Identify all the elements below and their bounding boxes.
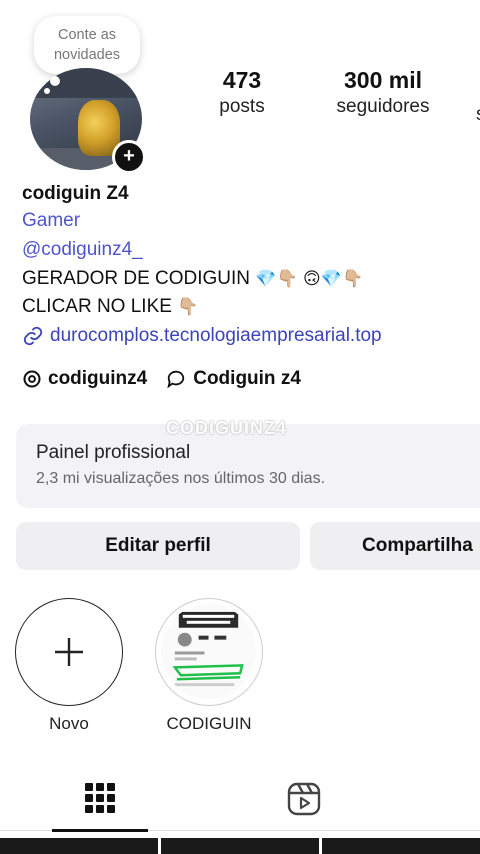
- bio-line-1: GERADOR DE CODIGUIN 💎👇🏼 🙃💎👇🏼: [22, 265, 363, 293]
- stat-followers[interactable]: 300 mil seguidores: [326, 66, 440, 120]
- bio-link-text: durocomplos.tecnologiaempresarial.top: [50, 325, 382, 346]
- highlight-cover-image: [161, 604, 256, 699]
- watermark-text: CODIGUINZ4: [166, 418, 288, 438]
- plus-icon: [54, 637, 83, 666]
- post-thumbnail[interactable]: [322, 838, 480, 854]
- link-icon: [23, 326, 43, 346]
- channel-badge[interactable]: Codiguin z4: [165, 368, 301, 390]
- followers-count: 300 mil: [344, 67, 422, 93]
- bio-line-2: CLICAR NO LIKE 👇🏼: [22, 293, 198, 321]
- reels-icon[interactable]: [287, 782, 321, 816]
- threads-badge[interactable]: codiguinz4: [22, 368, 147, 390]
- highlight-new[interactable]: Novo: [15, 598, 123, 734]
- bio-line-1-text: GERADOR DE CODIGUIN: [22, 268, 251, 289]
- stat-posts[interactable]: 473 posts: [206, 66, 278, 120]
- bio-link[interactable]: durocomplos.tecnologiaempresarial.top: [22, 322, 382, 350]
- highlight-codiguin[interactable]: CODIGUIN: [155, 598, 263, 734]
- note-bubble[interactable]: Conte as novidades: [34, 16, 140, 74]
- bio-line-2-text: CLICAR NO LIKE: [22, 296, 172, 317]
- threads-icon: [23, 370, 41, 388]
- edit-profile-button[interactable]: Editar perfil: [16, 522, 300, 570]
- profile-handle-link[interactable]: @codiguinz4_: [22, 236, 143, 264]
- highlight-new-label: Novo: [49, 714, 89, 733]
- active-tab-indicator: [52, 829, 148, 832]
- following-label-cut: s: [476, 104, 480, 126]
- add-story-plus-icon[interactable]: +: [112, 140, 146, 174]
- share-profile-button[interactable]: Compartilha: [310, 522, 480, 570]
- chat-bubble-icon: [167, 370, 185, 389]
- posts-grid-row: [0, 838, 480, 854]
- highlight-new-ring: [15, 598, 123, 706]
- threads-row: codiguinz4 Codiguin z4: [22, 368, 301, 390]
- grid-icon[interactable]: [84, 782, 116, 814]
- profile-category: Gamer: [22, 210, 81, 231]
- panel-title: Painel profissional: [36, 442, 191, 463]
- bio-line-2-emoji: 👇🏼: [177, 297, 199, 317]
- profile-name: codiguin Z4: [22, 183, 129, 204]
- followers-label: seguidores: [336, 96, 430, 117]
- bio-line-1-emojis: 💎👇🏼 🙃💎👇🏼: [255, 269, 364, 289]
- post-thumbnail[interactable]: [161, 838, 319, 854]
- panel-subtitle: 2,3 mi visualizações nos últimos 30 dias…: [36, 470, 326, 487]
- note-line2: novidades: [53, 47, 121, 63]
- note-tail-dot-small: [44, 88, 50, 94]
- post-thumbnail[interactable]: [0, 838, 158, 854]
- channel-label: Codiguin z4: [193, 368, 301, 389]
- threads-label: codiguinz4: [48, 368, 148, 389]
- note-tail-dot: [50, 76, 60, 86]
- posts-label: posts: [219, 96, 265, 117]
- highlight-codiguin-label: CODIGUIN: [166, 714, 252, 733]
- note-line1: Conte as: [57, 27, 117, 43]
- highlight-codiguin-ring: [155, 598, 263, 706]
- posts-count: 473: [222, 67, 262, 93]
